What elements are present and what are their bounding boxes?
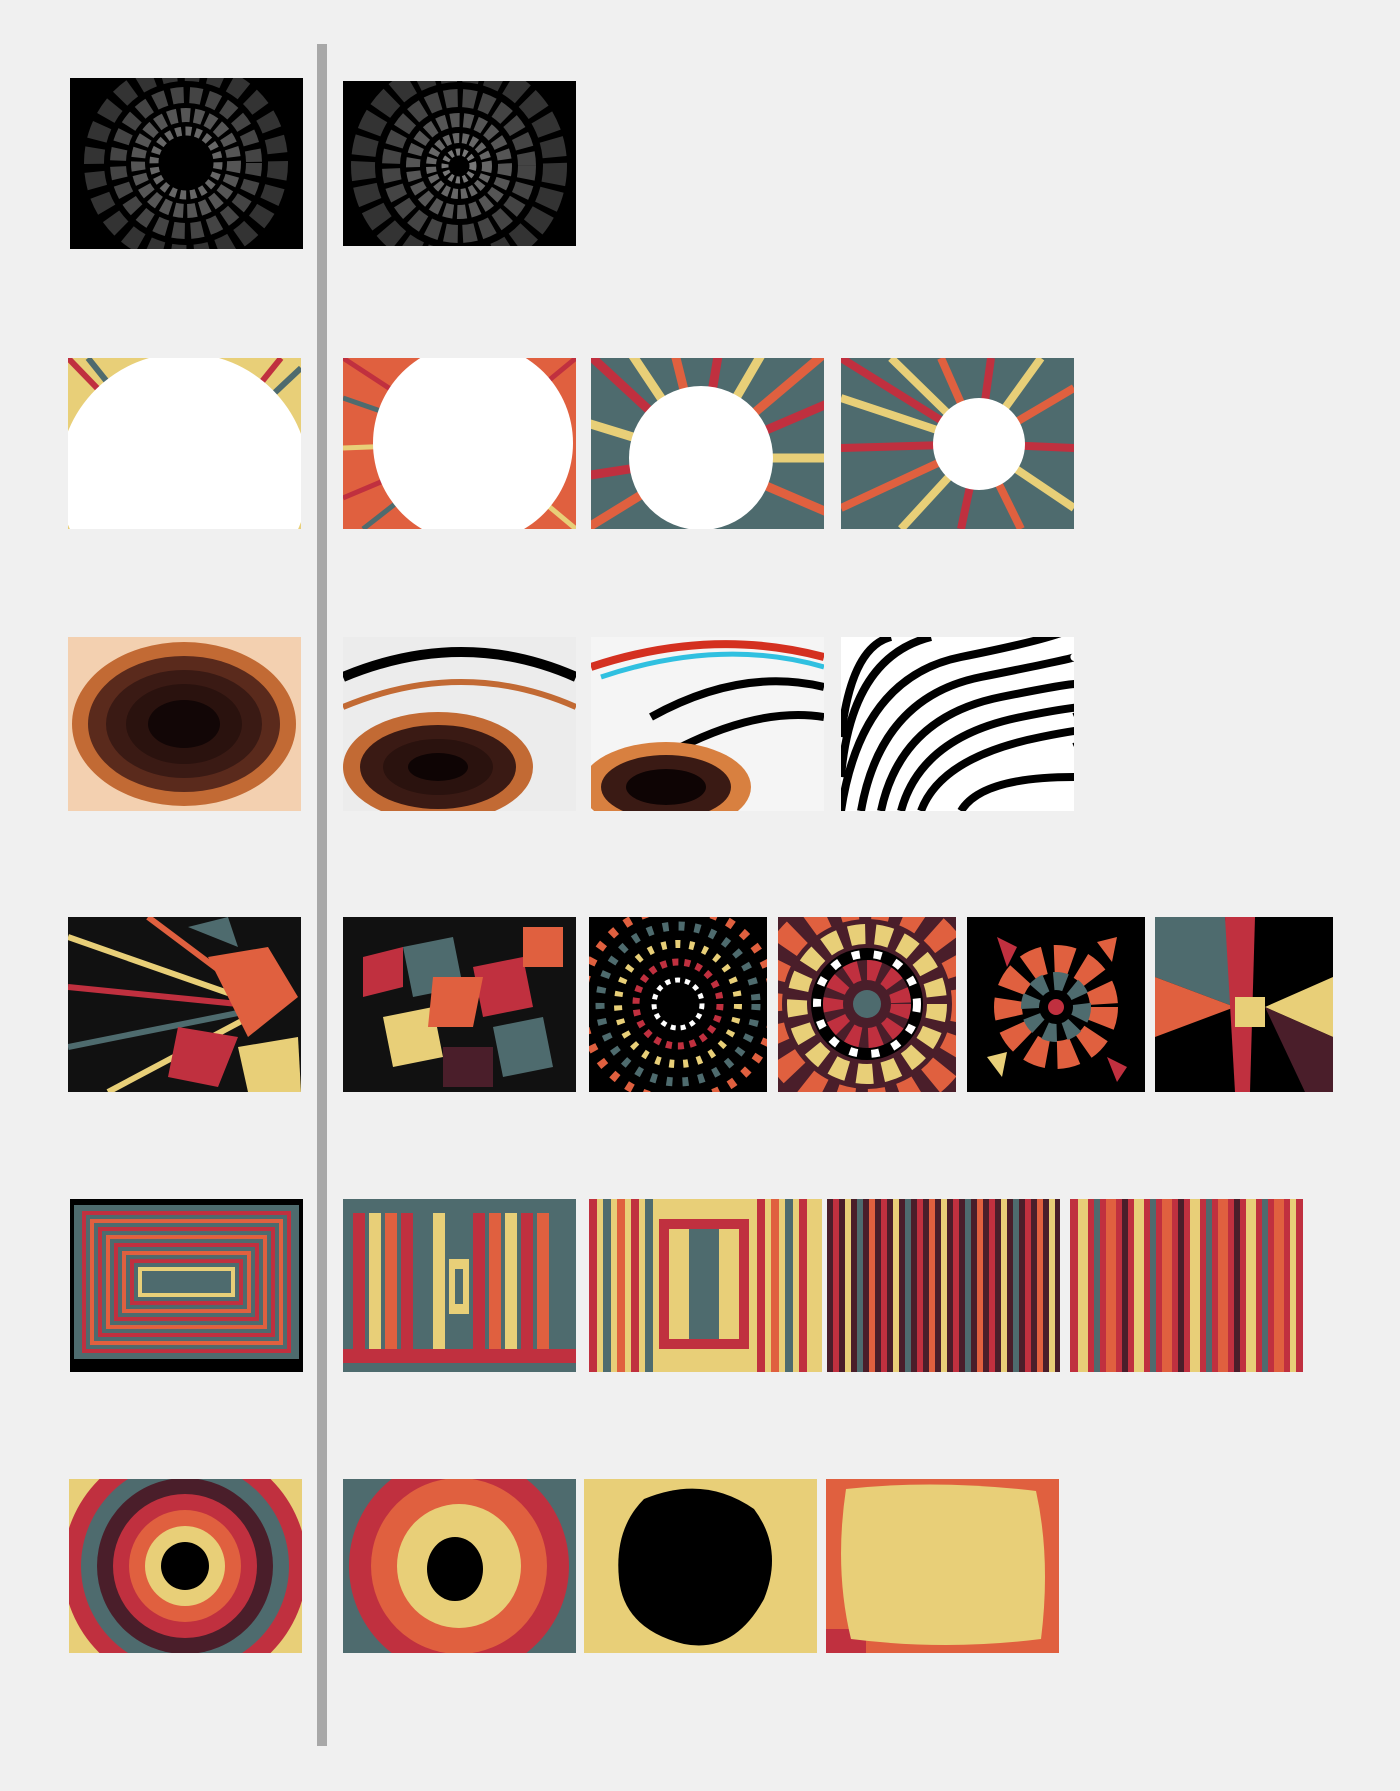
row-2-frame-1-thumbnail[interactable] (343, 358, 576, 529)
row-5-frame-3-thumbnail[interactable] (827, 1199, 1060, 1372)
row-1-frame-1-thumbnail[interactable] (343, 81, 576, 246)
row-4-reference-thumbnail[interactable] (68, 917, 301, 1092)
row-6-reference-thumbnail[interactable] (69, 1479, 302, 1653)
row-6-frame-2-thumbnail[interactable] (584, 1479, 817, 1653)
row-5-reference-thumbnail[interactable] (70, 1199, 303, 1372)
row-4-frame-4-thumbnail[interactable] (967, 917, 1145, 1092)
row-2-reference-thumbnail[interactable] (68, 358, 301, 529)
row-2-frame-3-thumbnail[interactable] (841, 358, 1074, 529)
row-5-frame-1-thumbnail[interactable] (343, 1199, 576, 1372)
row-1-reference-thumbnail[interactable] (70, 78, 303, 249)
vertical-divider (317, 44, 327, 1746)
row-2-frame-2-thumbnail[interactable] (591, 358, 824, 529)
row-5-frame-2-thumbnail[interactable] (589, 1199, 822, 1372)
row-3-reference-thumbnail[interactable] (68, 637, 301, 811)
row-4-frame-1-thumbnail[interactable] (343, 917, 576, 1092)
row-3-frame-1-thumbnail[interactable] (343, 637, 576, 811)
row-4-frame-3-thumbnail[interactable] (778, 917, 956, 1092)
row-6-frame-3-thumbnail[interactable] (826, 1479, 1059, 1653)
row-3-frame-2-thumbnail[interactable] (591, 637, 824, 811)
row-5-frame-4-thumbnail[interactable] (1070, 1199, 1303, 1372)
row-6-frame-1-thumbnail[interactable] (343, 1479, 576, 1653)
row-4-frame-5-thumbnail[interactable] (1155, 917, 1333, 1092)
row-4-frame-2-thumbnail[interactable] (589, 917, 767, 1092)
row-3-frame-3-thumbnail[interactable] (841, 637, 1074, 811)
